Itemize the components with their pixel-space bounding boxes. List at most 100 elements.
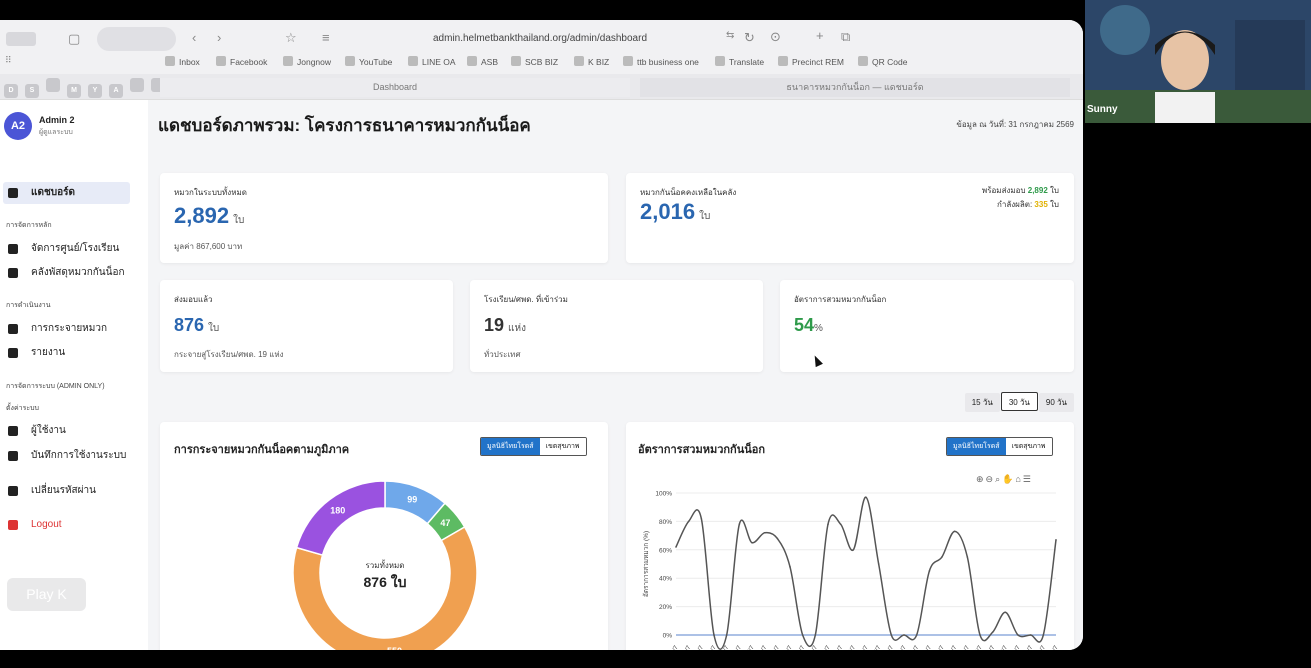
bookmark-youtube[interactable]: YouTube	[345, 56, 392, 67]
forward-icon[interactable]: ›	[217, 30, 221, 45]
card-subtext: มูลค่า 867,600 บาท	[174, 242, 243, 251]
page-title: แดชบอร์ดภาพรวม: โครงการธนาคารหมวกกันน็อค	[158, 116, 531, 135]
star-icon[interactable]: ☆	[285, 30, 297, 46]
pinned-tab[interactable]: Y	[88, 84, 102, 98]
sidebar-toggle-icon[interactable]	[6, 32, 36, 46]
play-button[interactable]: Play K	[7, 578, 86, 611]
data-point[interactable]	[776, 537, 779, 540]
data-point[interactable]	[1029, 634, 1032, 636]
data-point[interactable]	[966, 556, 969, 558]
donut-slice[interactable]	[295, 480, 386, 556]
sidebar-item-reports[interactable]: รายงาน	[3, 342, 130, 364]
data-point[interactable]	[928, 570, 931, 572]
pinned-tab[interactable]: S	[25, 84, 39, 98]
reload-icon[interactable]: ↻	[744, 30, 755, 46]
bookmark-asb[interactable]: ASB	[467, 56, 498, 67]
section-main: การจัดการหลัก	[6, 222, 52, 229]
range-30-days[interactable]: 30 วัน	[1000, 392, 1038, 411]
download-icon[interactable]: ⊙	[770, 29, 781, 45]
logout-icon	[8, 520, 18, 530]
data-point[interactable]	[763, 531, 766, 534]
data-point[interactable]	[751, 541, 753, 544]
tab-overview-icon[interactable]: ▢	[68, 31, 80, 47]
pinned-tab[interactable]: D	[4, 84, 18, 98]
pinned-tab[interactable]: M	[67, 84, 81, 98]
address-bar[interactable]: admin.helmetbankthailand.org/admin/dashb…	[310, 28, 770, 50]
data-point[interactable]	[877, 563, 880, 565]
data-point[interactable]	[827, 523, 829, 526]
x-tick-label: 25/7	[973, 644, 984, 650]
y-tick-label: 80%	[659, 519, 672, 526]
x-tick-label: 6/7	[734, 644, 744, 650]
bookmark-k-biz[interactable]: K BIZ	[574, 56, 609, 67]
bookmark-inbox[interactable]: Inbox	[165, 56, 200, 67]
data-point[interactable]	[738, 523, 741, 526]
sidebar-item-users[interactable]: ผู้ใช้งาน	[3, 420, 130, 442]
bookmark-ttb[interactable]: ttb business one	[623, 56, 699, 67]
data-point[interactable]	[801, 634, 804, 636]
data-point[interactable]	[865, 496, 867, 499]
region-distribution-card: การกระจายหมวกกันน็อคตามภูมิภาค มูลนิธิไท…	[160, 422, 608, 650]
range-90-days[interactable]: 90 วัน	[1038, 393, 1074, 412]
pinned-tab[interactable]	[130, 78, 144, 92]
data-point[interactable]	[713, 634, 715, 636]
data-point[interactable]	[991, 631, 994, 633]
data-point[interactable]	[839, 523, 842, 526]
x-tick-label: 26/7	[985, 644, 996, 650]
card-label: ส่งมอบแล้ว	[174, 295, 213, 304]
slice-label: 47	[440, 518, 450, 528]
sidebar-item-inventory[interactable]: คลังพัสดุหมวกกันน็อก	[3, 262, 130, 284]
data-point[interactable]	[953, 530, 956, 533]
data-point[interactable]	[687, 520, 690, 523]
data-point[interactable]	[725, 634, 728, 636]
sidebar-item-password[interactable]: เปลี่ยนรหัสผ่าน	[3, 480, 130, 502]
data-point[interactable]	[789, 566, 791, 568]
tab-helmet-bank[interactable]: ธนาคารหมวกกันน็อก — แดชบอร์ด	[640, 78, 1070, 97]
avatar[interactable]: A2	[4, 112, 32, 140]
translate-icon[interactable]: ⇆	[726, 30, 734, 41]
browser-toolbar: ▢ ‹ › ☆ ≡ admin.helmetbankthailand.org/a…	[0, 20, 1083, 74]
x-tick-label: 30/7	[1036, 644, 1047, 650]
bookmark-jongnow[interactable]: Jongnow	[283, 56, 331, 67]
data-point[interactable]	[915, 634, 918, 636]
x-tick-label: 3/7	[696, 644, 706, 650]
data-point[interactable]	[675, 546, 677, 548]
pinned-tabs: DS MYA	[4, 78, 172, 98]
bookmark-line-oa[interactable]: LINE OA	[408, 56, 456, 67]
apps-grid-icon[interactable]: ⠿	[5, 55, 12, 66]
card-schools: โรงเรียน/ศพด. ที่เข้าร่วม 19 แห่ง ทั่วประ…	[470, 280, 763, 372]
y-tick-label: 40%	[659, 576, 672, 583]
series-line[interactable]	[675, 496, 1057, 650]
bookmark-translate[interactable]: Translate	[715, 56, 764, 67]
data-point[interactable]	[903, 634, 905, 636]
back-icon[interactable]: ‹	[192, 30, 196, 45]
data-point[interactable]	[890, 634, 893, 636]
sidebar-item-dashboard[interactable]: แดชบอร์ด	[3, 182, 130, 204]
section-settings: ตั้งค่าระบบ	[6, 405, 39, 412]
data-point[interactable]	[1017, 634, 1019, 636]
bookmark-qr-code[interactable]: QR Code	[858, 56, 907, 67]
sidebar-item-logs[interactable]: บันทึกการใช้งานระบบ	[3, 445, 130, 467]
pinned-tab[interactable]: A	[109, 84, 123, 98]
pinned-tab[interactable]	[46, 78, 60, 92]
card-stock: หมวกกันน็อคคงเหลือในคลัง 2,016 ใบ พร้อมส่…	[626, 173, 1074, 263]
sidebar-item-centers[interactable]: จัดการศูนย์/โรงเรียน	[3, 238, 130, 260]
data-point[interactable]	[941, 556, 943, 558]
tabs-icon[interactable]: ⧉	[841, 29, 850, 45]
range-15-days[interactable]: 15 วัน	[964, 393, 1000, 412]
bookmark-precinct[interactable]: Precinct REM	[778, 56, 844, 67]
bookmark-scb-biz[interactable]: SCB BIZ	[511, 56, 558, 67]
sidebar-item-logout[interactable]: Logout	[3, 514, 130, 536]
data-point[interactable]	[852, 549, 855, 551]
data-point[interactable]	[979, 634, 981, 636]
data-point[interactable]	[1042, 634, 1045, 636]
new-tab-icon[interactable]: +	[816, 28, 824, 43]
bookmark-facebook[interactable]: Facebook	[216, 56, 267, 67]
data-point[interactable]	[1004, 611, 1007, 614]
profile-pill[interactable]	[97, 27, 176, 51]
data-point[interactable]	[700, 517, 703, 520]
sidebar-item-distribution[interactable]: การกระจายหมวก	[3, 318, 130, 340]
data-point[interactable]	[1055, 539, 1057, 541]
tab-dashboard[interactable]: Dashboard	[160, 78, 630, 97]
data-point[interactable]	[814, 634, 817, 636]
